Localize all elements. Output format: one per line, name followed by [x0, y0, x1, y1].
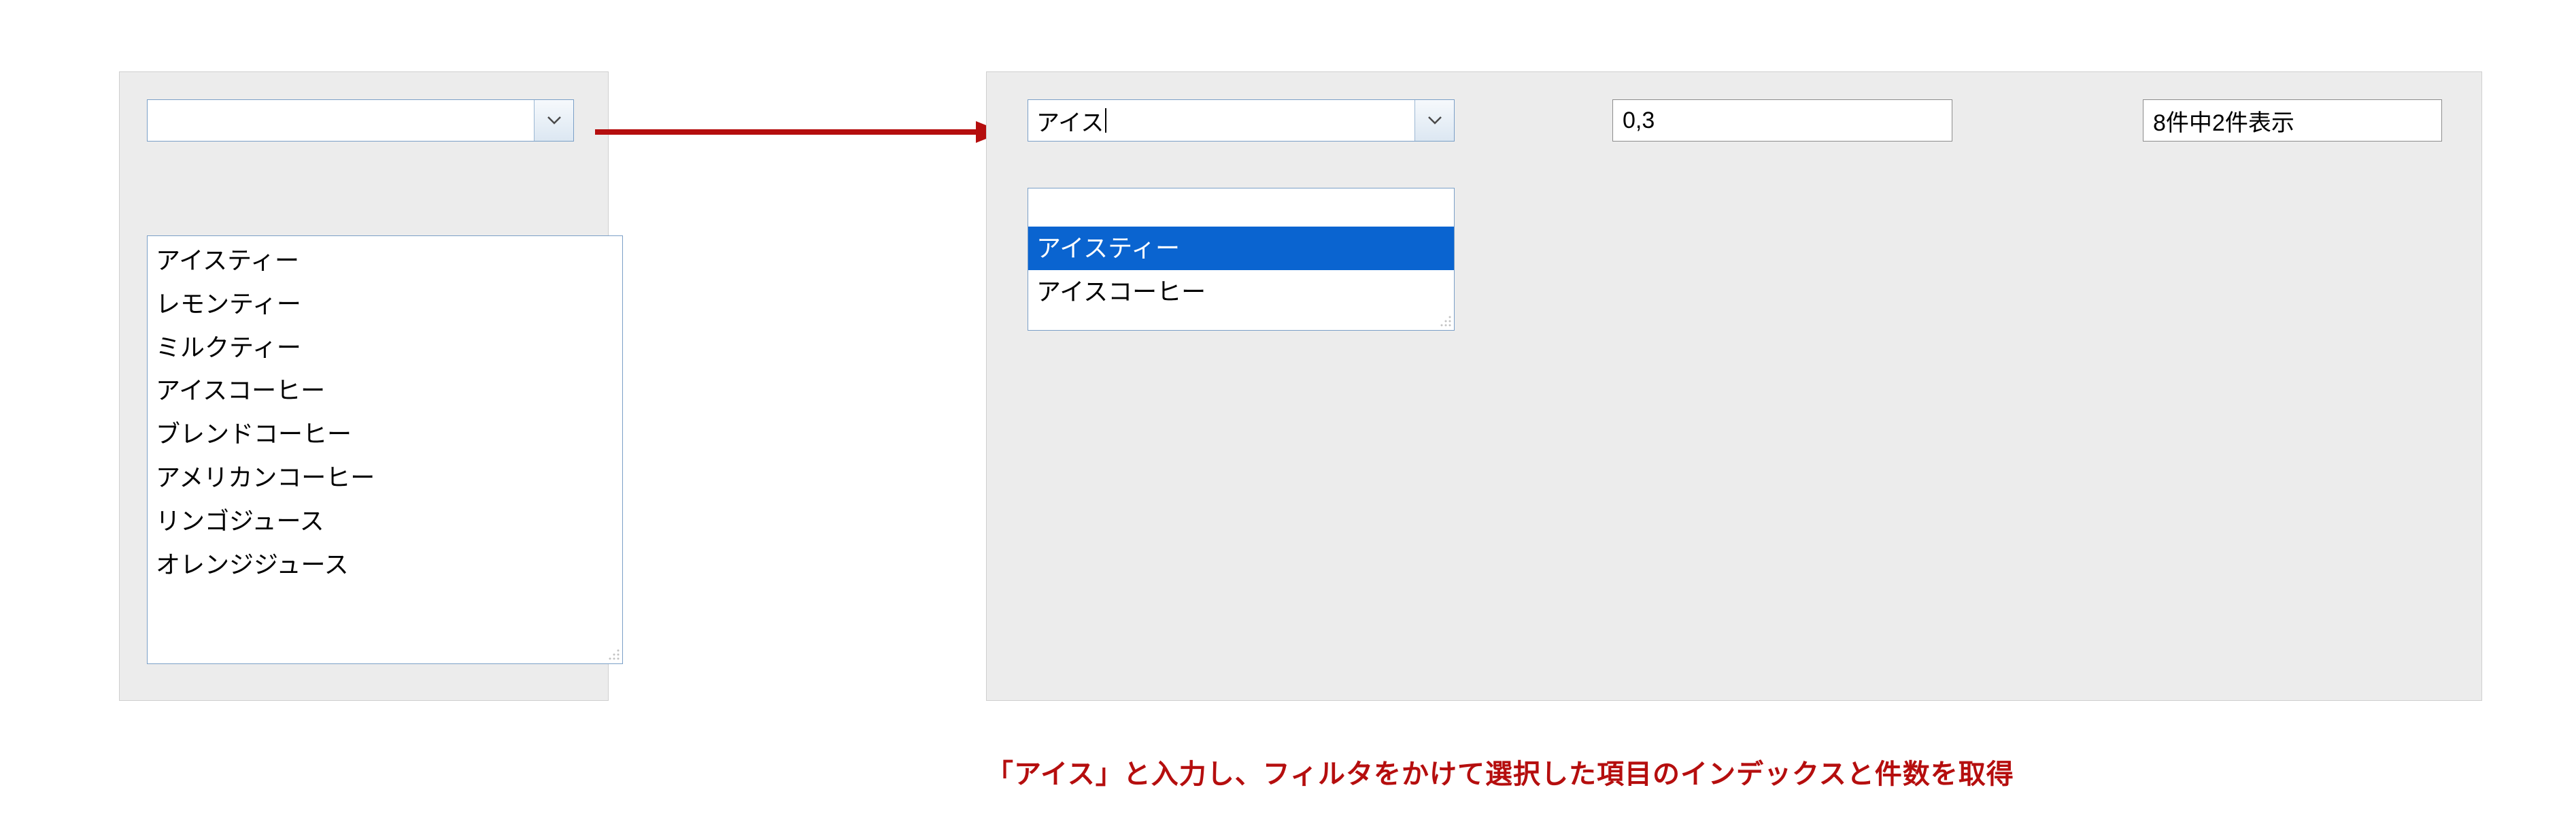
index-output[interactable]: [1612, 99, 1952, 142]
status-output[interactable]: [2143, 99, 2442, 142]
combobox-before-input[interactable]: [148, 100, 534, 141]
list-item[interactable]: アイスコーヒー: [148, 369, 622, 412]
resize-grip-icon[interactable]: [603, 644, 621, 662]
caption-text: 「アイス」と入力し、フィルタをかけて選択した項目のインデックスと件数を取得: [986, 752, 2014, 791]
list-item[interactable]: レモンティー: [148, 282, 622, 326]
combobox-before[interactable]: [147, 99, 574, 142]
combobox-after-value: アイス: [1036, 104, 1104, 137]
list-item[interactable]: ミルクティー: [148, 326, 622, 369]
list-item[interactable]: リンゴジュース: [148, 499, 622, 543]
combobox-after-dropdown-button[interactable]: [1414, 100, 1454, 141]
combobox-after-input[interactable]: アイス: [1028, 100, 1414, 141]
list-item[interactable]: アイスティー: [148, 239, 622, 282]
list-item-selected[interactable]: アイスティー: [1028, 227, 1454, 270]
arrow-icon: [595, 118, 1003, 146]
text-caret-icon: [1105, 108, 1106, 133]
combobox-after[interactable]: アイス: [1028, 99, 1455, 142]
list-item[interactable]: アメリカンコーヒー: [148, 456, 622, 499]
chevron-down-icon: [1427, 116, 1442, 125]
list-item[interactable]: オレンジジュース: [148, 543, 622, 587]
listbox-before[interactable]: アイスティー レモンティー ミルクティー アイスコーヒー ブレンドコーヒー アメ…: [147, 235, 623, 664]
combobox-before-dropdown-button[interactable]: [534, 100, 573, 141]
list-item[interactable]: アイスコーヒー: [1028, 270, 1454, 314]
list-item-empty[interactable]: [1028, 188, 1454, 227]
listbox-after[interactable]: アイスティー アイスコーヒー: [1028, 188, 1455, 331]
list-item[interactable]: ブレンドコーヒー: [148, 412, 622, 456]
chevron-down-icon: [547, 116, 562, 125]
after-panel: アイス アイスティー アイスコーヒー: [986, 71, 2482, 701]
before-panel: アイスティー レモンティー ミルクティー アイスコーヒー ブレンドコーヒー アメ…: [119, 71, 609, 701]
resize-grip-icon[interactable]: [1435, 311, 1453, 329]
